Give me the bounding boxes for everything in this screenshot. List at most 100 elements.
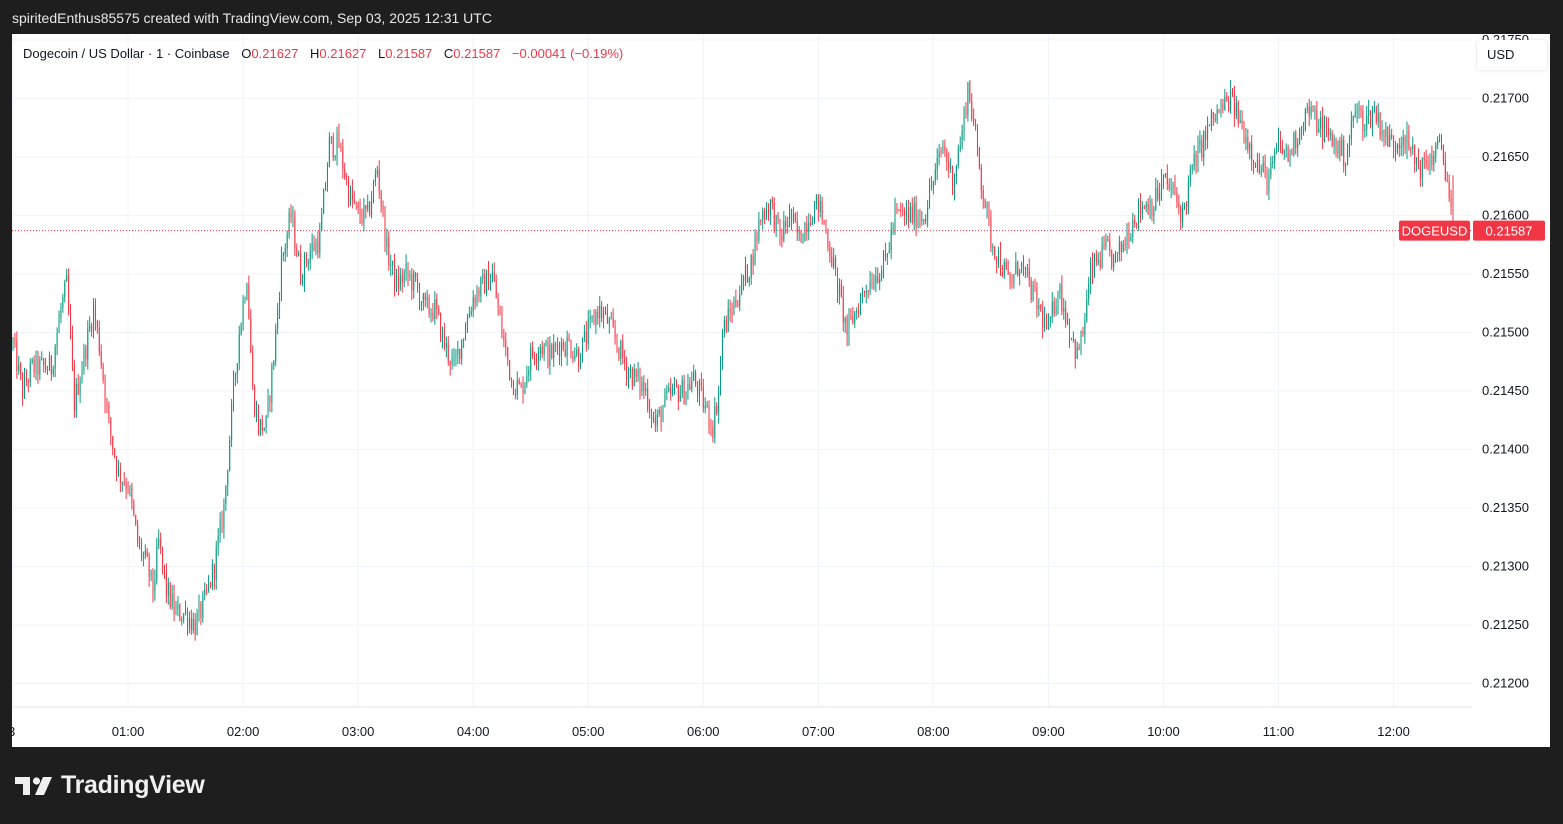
candle-body — [744, 264, 746, 281]
candle-body — [852, 316, 854, 324]
candle-body — [654, 417, 656, 426]
candle — [1162, 174, 1164, 190]
candle — [854, 310, 856, 329]
candle-body — [896, 206, 898, 210]
candle-body — [907, 208, 909, 221]
candle — [804, 221, 806, 242]
candle-body — [840, 283, 842, 296]
candle-body — [325, 185, 327, 191]
candle — [1427, 155, 1429, 171]
candle — [760, 219, 762, 226]
candle — [787, 216, 789, 234]
candle — [146, 547, 148, 558]
candle-body — [1431, 155, 1433, 165]
symbol-title[interactable]: Dogecoin / US Dollar · 1 · Coinbase — [23, 46, 230, 61]
candle-body — [620, 341, 622, 359]
candle — [568, 333, 570, 342]
candle — [231, 398, 233, 447]
candle — [482, 268, 484, 285]
candle — [1191, 163, 1193, 175]
candle-body — [581, 337, 583, 363]
candle-body — [148, 556, 150, 577]
x-tick-label: 09:00 — [1032, 724, 1065, 739]
candle — [1437, 136, 1439, 150]
candle — [1193, 145, 1195, 171]
candle — [1243, 121, 1245, 144]
candle-body — [631, 368, 633, 387]
candle — [1228, 95, 1230, 113]
candle-body — [915, 202, 917, 228]
candle-body — [43, 358, 45, 366]
y-tick-label: 0.21300 — [1482, 559, 1529, 574]
candle — [1046, 313, 1048, 330]
candle — [77, 374, 79, 396]
candle — [762, 207, 764, 230]
candle-body — [1368, 110, 1370, 116]
candle-body — [886, 253, 888, 258]
candle — [808, 213, 810, 241]
candle — [474, 294, 476, 310]
candle — [302, 274, 304, 287]
candle — [950, 158, 952, 174]
candle-body — [689, 383, 691, 390]
candle-body — [1301, 128, 1303, 131]
candle — [777, 212, 779, 225]
candle-body — [549, 344, 551, 366]
candle — [1164, 173, 1166, 178]
y-tick-label: 0.21600 — [1482, 207, 1529, 222]
candle — [1289, 149, 1291, 167]
candlestick-chart[interactable]: 0.212000.212500.213000.213500.214000.214… — [12, 34, 1550, 747]
candle-body — [399, 275, 401, 289]
candle-body — [463, 339, 465, 341]
candle-body — [1347, 150, 1349, 166]
candle — [1287, 144, 1289, 163]
candle-body — [781, 236, 783, 241]
candle — [93, 298, 95, 339]
candle — [817, 194, 819, 222]
candle — [649, 398, 651, 419]
candle-body — [1373, 107, 1375, 112]
candle-body — [1358, 108, 1360, 112]
candle — [275, 323, 277, 366]
candle — [1281, 139, 1283, 155]
candle — [961, 124, 963, 150]
candle-body — [929, 186, 931, 208]
candle-body — [261, 419, 263, 431]
tradingview-logo[interactable]: TradingView — [15, 771, 205, 800]
candle — [1028, 258, 1030, 288]
candle — [1022, 255, 1024, 277]
candle — [721, 328, 723, 370]
candle-body — [1187, 182, 1189, 206]
candle — [741, 273, 743, 296]
candle — [486, 269, 488, 297]
candle — [953, 173, 955, 201]
candle — [313, 235, 315, 252]
candle — [842, 285, 844, 332]
candle — [976, 124, 978, 157]
x-tick-label: 11:00 — [1263, 724, 1295, 739]
candle — [666, 384, 668, 401]
currency-button[interactable]: USD — [1477, 40, 1547, 70]
candle-body — [1136, 224, 1138, 226]
candle — [497, 292, 499, 316]
candle-body — [535, 360, 537, 362]
candle-body — [225, 485, 227, 504]
candle — [1069, 318, 1071, 348]
candle-body — [459, 348, 461, 360]
candle — [541, 340, 543, 359]
candle — [294, 210, 296, 257]
candle-body — [229, 440, 231, 472]
candle-body — [150, 569, 152, 577]
candle — [702, 378, 704, 413]
candle — [163, 564, 165, 579]
candle — [1404, 134, 1406, 154]
candle-body — [530, 347, 532, 371]
candle — [117, 460, 119, 478]
candle — [1348, 134, 1350, 158]
candle — [781, 228, 783, 248]
chart-pane[interactable]: 0.21200 0.21250 0.21300 0.21350 0.21400 0.214… — [12, 34, 1550, 747]
candle-body — [888, 250, 890, 254]
candle — [1097, 252, 1099, 266]
candle-body — [967, 82, 969, 115]
candle — [1253, 159, 1255, 175]
